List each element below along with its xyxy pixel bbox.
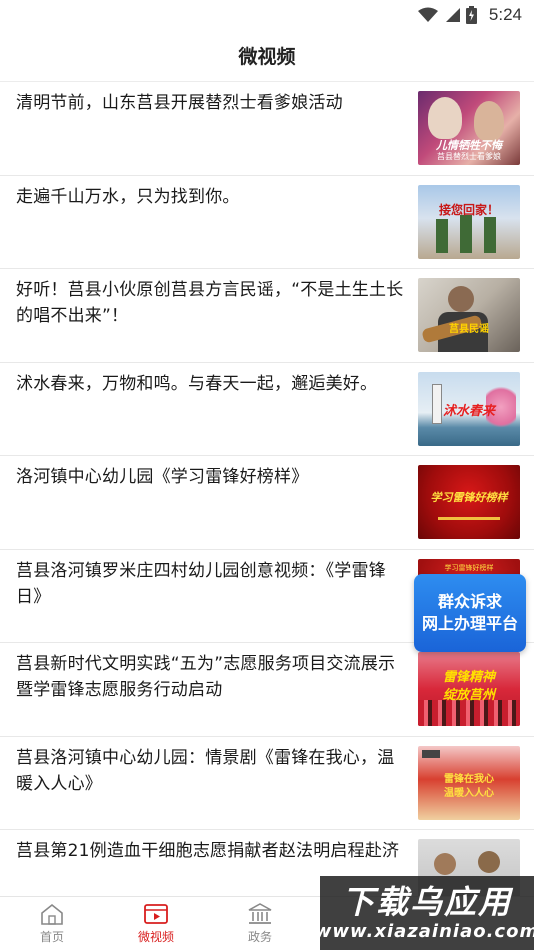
list-item-title: 莒县第21例造血干细胞志愿捐献者赵法明启程赴济 (16, 841, 400, 861)
thumb-caption: 沭水春来 (442, 403, 495, 419)
tab-home[interactable]: 首页 (0, 897, 104, 950)
wifi-icon (417, 7, 438, 23)
watermark: 下载乌应用 www.xiazainiao.com (315, 876, 534, 950)
list-item[interactable]: 莒县洛河镇中心幼儿园：情景剧《雷锋在我心，温暖入人心》 雷锋在我心 温暖入人心 (0, 737, 534, 830)
list-item-title: 洛河镇中心幼儿园《学习雷锋好榜样》 (16, 467, 309, 487)
tab-government-label: 政务 (247, 929, 272, 944)
video-thumbnail[interactable]: 接您回家！ (418, 184, 520, 259)
list-item-title: 莒县洛河镇罗米庄四村幼儿园创意视频：《学雷锋日》 (16, 560, 386, 607)
list-item[interactable]: 沭水春来，万物和鸣。与春天一起，邂逅美好。 沭水春来 (0, 363, 534, 456)
video-icon (144, 903, 168, 925)
video-feed-list: 清明节前，山东莒县开展替烈士看爹娘活动 儿情牺牲不悔 莒县替烈士看爹娘 走遍千山… (0, 82, 534, 896)
banner-line2: 网上办理平台 (421, 614, 518, 633)
watermark-title: 下载乌应用 (341, 883, 512, 921)
status-time: 5:24 (488, 5, 522, 24)
video-thumbnail[interactable]: 儿情牺牲不悔 莒县替烈士看爹娘 (418, 91, 520, 165)
thumb-caption: 学习雷锋好榜样 (444, 563, 494, 572)
tab-home-label: 首页 (39, 929, 64, 944)
list-item[interactable]: 好听！莒县小伙原创莒县方言民谣，“不是土生土长的唱不出来”！ 莒县民谣 (0, 269, 534, 363)
thumb-caption-sub: 绽放莒州 (442, 688, 495, 703)
video-thumbnail[interactable]: 学习雷锋好榜样 (418, 465, 520, 539)
list-item-title: 莒县洛河镇中心幼儿园：情景剧《雷锋在我心，温暖入人心》 (16, 747, 395, 794)
video-thumbnail[interactable]: 莒县民谣 (418, 278, 520, 352)
tab-government[interactable]: 政务 (208, 897, 312, 950)
video-thumbnail[interactable]: 雷锋在我心 温暖入人心 (418, 745, 520, 820)
list-item-title: 莒县新时代文明实践“五为”志愿服务项目交流展示暨学雷锋志愿服务行动启动 (16, 654, 396, 700)
status-bar: 5:24 (0, 0, 534, 30)
home-icon (40, 903, 64, 925)
list-item-title: 走遍千山万水，只为找到你。 (16, 186, 240, 207)
battery-icon (465, 6, 477, 24)
list-item[interactable]: 走遍千山万水，只为找到你。 接您回家！ (0, 176, 534, 269)
complaint-platform-banner[interactable]: 群众诉求 网上办理平台 (414, 574, 526, 652)
list-item[interactable]: 清明节前，山东莒县开展替烈士看爹娘活动 儿情牺牲不悔 莒县替烈士看爹娘 (0, 82, 534, 176)
list-item[interactable]: 洛河镇中心幼儿园《学习雷锋好榜样》 学习雷锋好榜样 (0, 456, 534, 550)
thumb-caption-sub: 温暖入人心 (444, 787, 494, 799)
thumb-caption: 接您回家！ (438, 202, 499, 217)
thumb-caption: 雷锋在我心 (444, 773, 494, 785)
page-title: 微视频 (238, 46, 296, 68)
video-thumbnail[interactable]: 沭水春来 (418, 371, 520, 446)
thumb-caption-sub: 莒县替烈士看爹娘 (437, 152, 501, 161)
list-item[interactable]: 莒县新时代文明实践“五为”志愿服务项目交流展示暨学雷锋志愿服务行动启动 雷锋精神… (0, 643, 534, 737)
list-item-title: 清明节前，山东莒县开展替烈士看爹娘活动 (16, 93, 343, 113)
watermark-url: www.xiazainiao.com (314, 921, 534, 942)
tab-micro-video[interactable]: 微视频 (104, 897, 208, 950)
thumb-caption: 雷锋精神 (442, 670, 495, 685)
government-building-icon (248, 902, 272, 925)
thumb-caption: 莒县民谣 (449, 324, 489, 335)
tab-micro-video-label: 微视频 (137, 929, 174, 944)
header: 微视频 (0, 30, 534, 82)
list-item-title: 沭水春来，万物和鸣。与春天一起，邂逅美好。 (16, 373, 378, 394)
thumb-caption: 学习雷锋好榜样 (430, 491, 508, 504)
banner-line1: 群众诉求 (437, 592, 502, 611)
cell-signal-icon (444, 7, 460, 23)
video-thumbnail[interactable]: 雷锋精神 绽放莒州 (418, 652, 520, 726)
list-item-title: 好听！莒县小伙原创莒县方言民谣，“不是土生土长的唱不出来”！ (16, 280, 404, 326)
